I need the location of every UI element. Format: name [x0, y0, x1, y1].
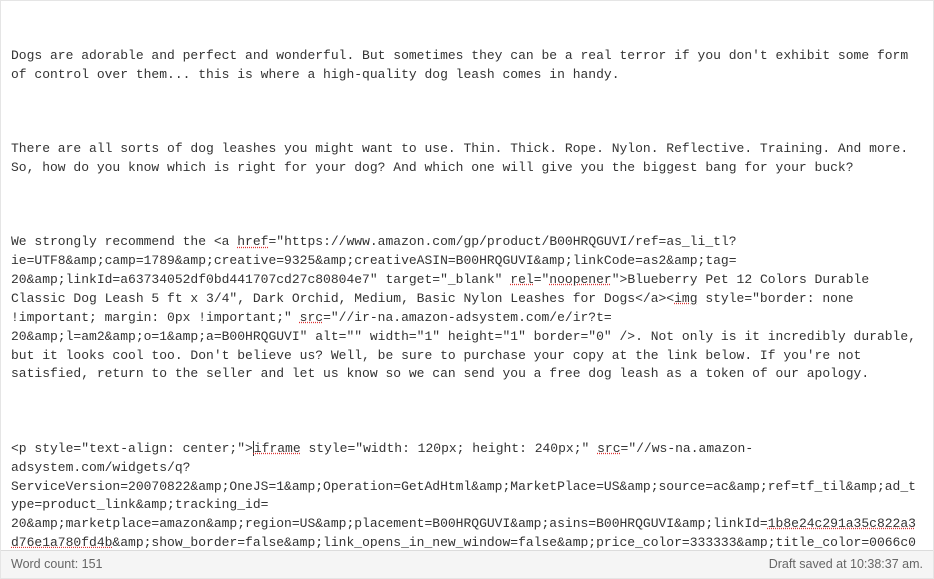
draft-saved-status: Draft saved at 10:38:37 am. [769, 555, 923, 573]
paragraph-1: Dogs are adorable and perfect and wonder… [11, 47, 923, 85]
html-source-editor[interactable]: Dogs are adorable and perfect and wonder… [1, 1, 933, 548]
spell-error: src [300, 310, 323, 325]
text-editor-window: Dogs are adorable and perfect and wonder… [0, 0, 934, 579]
spell-error: href [237, 234, 268, 249]
spell-error: rel [510, 272, 533, 287]
spell-error: src [597, 441, 620, 456]
paragraph-3: We strongly recommend the <a href="https… [11, 233, 923, 384]
spell-error: iframe [254, 441, 301, 456]
paragraph-4: <p style="text-align: center;">iframe st… [11, 440, 923, 548]
word-count: Word count: 151 [11, 555, 103, 573]
paragraph-2: There are all sorts of dog leashes you m… [11, 140, 923, 178]
status-bar: Word count: 151 Draft saved at 10:38:37 … [1, 550, 933, 578]
spell-error: noopener [549, 272, 611, 287]
spell-error: img [674, 291, 697, 306]
